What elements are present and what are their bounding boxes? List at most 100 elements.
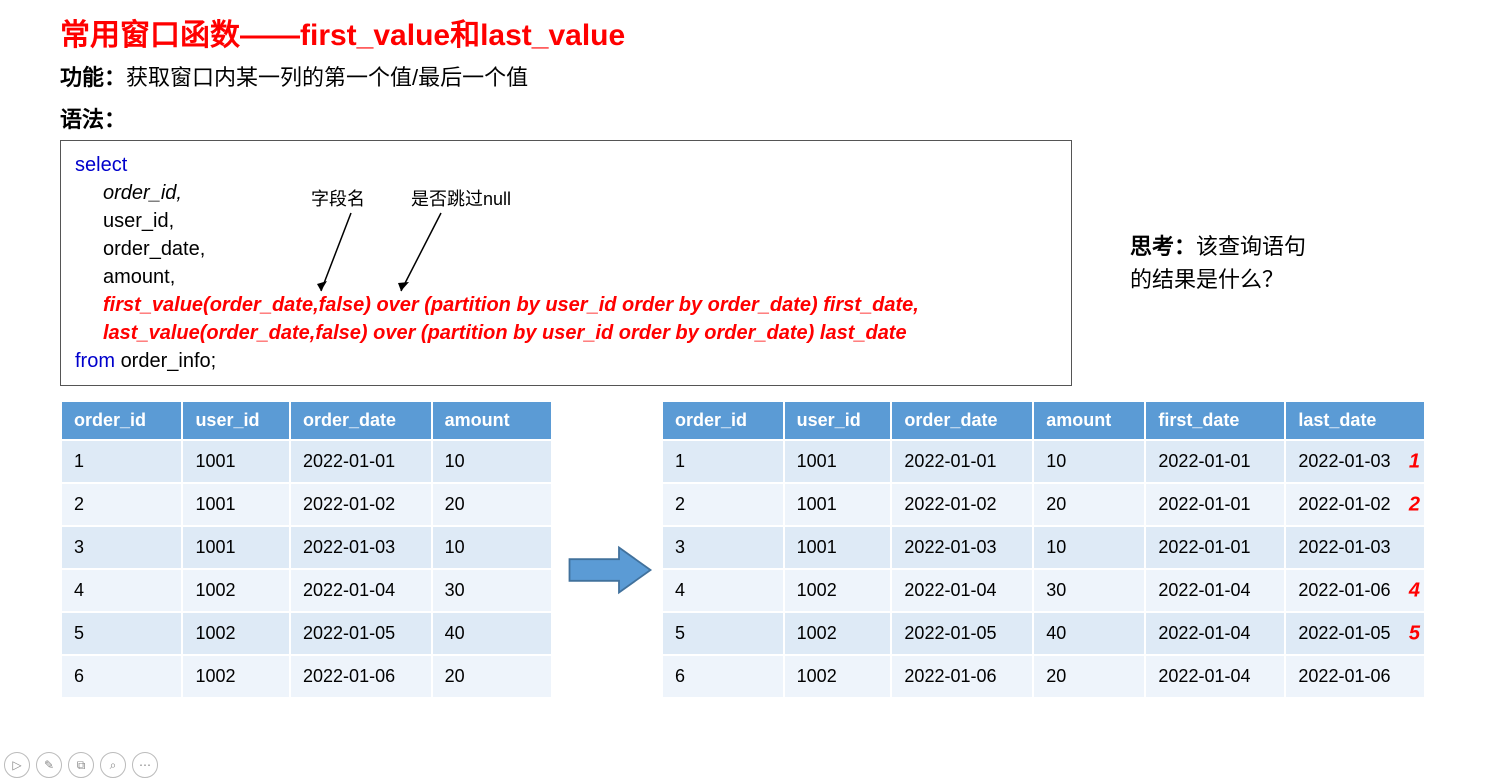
more-icon[interactable]: ⋯ [132,752,158,778]
col-header: order_date [291,402,431,439]
table-cell: 1001 [785,441,891,482]
copy-icon[interactable]: ⧉ [68,752,94,778]
table-cell: 2022-01-01 [1146,441,1284,482]
table-cell: 2022-01-04 [291,570,431,611]
table-cell: 1001 [183,441,289,482]
col-header: first_date [1146,402,1284,439]
table-cell: 1 [62,441,181,482]
col-header: amount [433,402,551,439]
table-cell: 3 [663,527,783,568]
table-cell: 6 [663,656,783,697]
table-row: 110012022-01-0110 [62,441,551,482]
table-cell: 20 [1034,484,1144,525]
sql-last-value-line: last_value(order_date,false) over (parti… [75,319,907,347]
col-header: user_id [183,402,289,439]
overlay-annotation: 1 [1409,450,1420,473]
sql-col-user-id: user_id, [75,207,174,235]
table-cell: 2022-01-055 [1286,613,1424,654]
table-cell: 2022-01-05 [291,613,431,654]
table-cell: 1001 [785,484,891,525]
table-cell: 2022-01-04 [1146,570,1284,611]
table-row: 610022022-01-06202022-01-042022-01-06 [663,656,1424,697]
table-cell: 10 [1034,441,1144,482]
annotation-skip-null: 是否跳过null [411,187,511,212]
table-cell: 1002 [785,613,891,654]
table-row: 410022022-01-04302022-01-042022-01-064 [663,570,1424,611]
table-cell: 1002 [183,570,289,611]
table-cell: 2022-01-06 [291,656,431,697]
table-cell: 10 [1034,527,1144,568]
table-cell: 2022-01-031 [1286,441,1424,482]
table-cell: 30 [1034,570,1144,611]
table-row: 210012022-01-0220 [62,484,551,525]
col-header: order_id [663,402,783,439]
table-cell: 6 [62,656,181,697]
table-cell: 20 [433,656,551,697]
table-cell: 10 [433,441,551,482]
table-row: 210012022-01-02202022-01-012022-01-022 [663,484,1424,525]
table-header-row: order_id user_id order_date amount first… [663,402,1424,439]
edit-icon[interactable]: ✎ [36,752,62,778]
syntax-label: 语法： [60,102,1426,134]
table-cell: 2022-01-02 [892,484,1032,525]
table-cell: 2022-01-04 [1146,613,1284,654]
table-header-row: order_id user_id order_date amount [62,402,551,439]
table-cell: 1001 [785,527,891,568]
overlay-annotation: 4 [1409,579,1420,602]
transform-arrow-icon [565,540,655,600]
table-cell: 3 [62,527,181,568]
table-cell: 2022-01-02 [291,484,431,525]
table-cell: 2 [663,484,783,525]
result-table: order_id user_id order_date amount first… [661,400,1426,699]
table-row: 610022022-01-0620 [62,656,551,697]
input-table: order_id user_id order_date amount 11001… [60,400,553,699]
think-text2: 的结果是什么？ [1130,267,1284,292]
table-row: 510022022-01-05402022-01-042022-01-055 [663,613,1424,654]
table-cell: 2022-01-03 [1286,527,1424,568]
annotation-field-name: 字段名 [311,187,365,212]
table-cell: 1002 [183,656,289,697]
table-cell: 1001 [183,527,289,568]
table-cell: 1 [663,441,783,482]
think-label: 思考： [1130,234,1196,259]
overlay-annotation: 2 [1409,493,1420,516]
function-description: 功能：获取窗口内某一列的第一个值/最后一个值 [60,60,1426,92]
table-cell: 2022-01-04 [892,570,1032,611]
table-cell: 30 [433,570,551,611]
table-cell: 2022-01-06 [892,656,1032,697]
table-cell: 1002 [785,570,891,611]
table-cell: 40 [433,613,551,654]
sql-col-order-date: order_date, [75,235,205,263]
table-cell: 2022-01-06 [1286,656,1424,697]
table-row: 110012022-01-01102022-01-012022-01-031 [663,441,1424,482]
sql-code-box: select order_id, user_id, order_date, am… [60,140,1072,386]
function-label: 功能： [60,65,126,90]
table-cell: 2022-01-05 [892,613,1032,654]
table-row: 410022022-01-0430 [62,570,551,611]
zoom-icon[interactable]: ⌕ [100,752,126,778]
table-row: 310012022-01-03102022-01-012022-01-03 [663,527,1424,568]
page-title: 常用窗口函数——first_value和last_value [60,10,1426,54]
table-cell: 40 [1034,613,1144,654]
table-row: 310012022-01-0310 [62,527,551,568]
sql-from-keyword: from [75,350,115,372]
sql-first-value-line: first_value(order_date,false) over (part… [75,291,919,319]
sql-select-keyword: select [75,154,127,176]
table-cell: 2022-01-01 [291,441,431,482]
col-header: order_id [62,402,181,439]
table-cell: 2022-01-04 [1146,656,1284,697]
table-cell: 2022-01-03 [291,527,431,568]
table-cell: 2022-01-03 [892,527,1032,568]
sql-col-amount: amount, [75,263,175,291]
think-text1: 该查询语句 [1196,234,1306,259]
bottom-toolbar: ▷ ✎ ⧉ ⌕ ⋯ [4,752,158,778]
table-cell: 5 [663,613,783,654]
table-cell: 4 [663,570,783,611]
col-header: amount [1034,402,1144,439]
col-header: user_id [785,402,891,439]
table-cell: 2022-01-01 [1146,484,1284,525]
table-cell: 4 [62,570,181,611]
sql-table-name: order_info; [121,350,217,372]
table-cell: 1002 [785,656,891,697]
play-icon[interactable]: ▷ [4,752,30,778]
